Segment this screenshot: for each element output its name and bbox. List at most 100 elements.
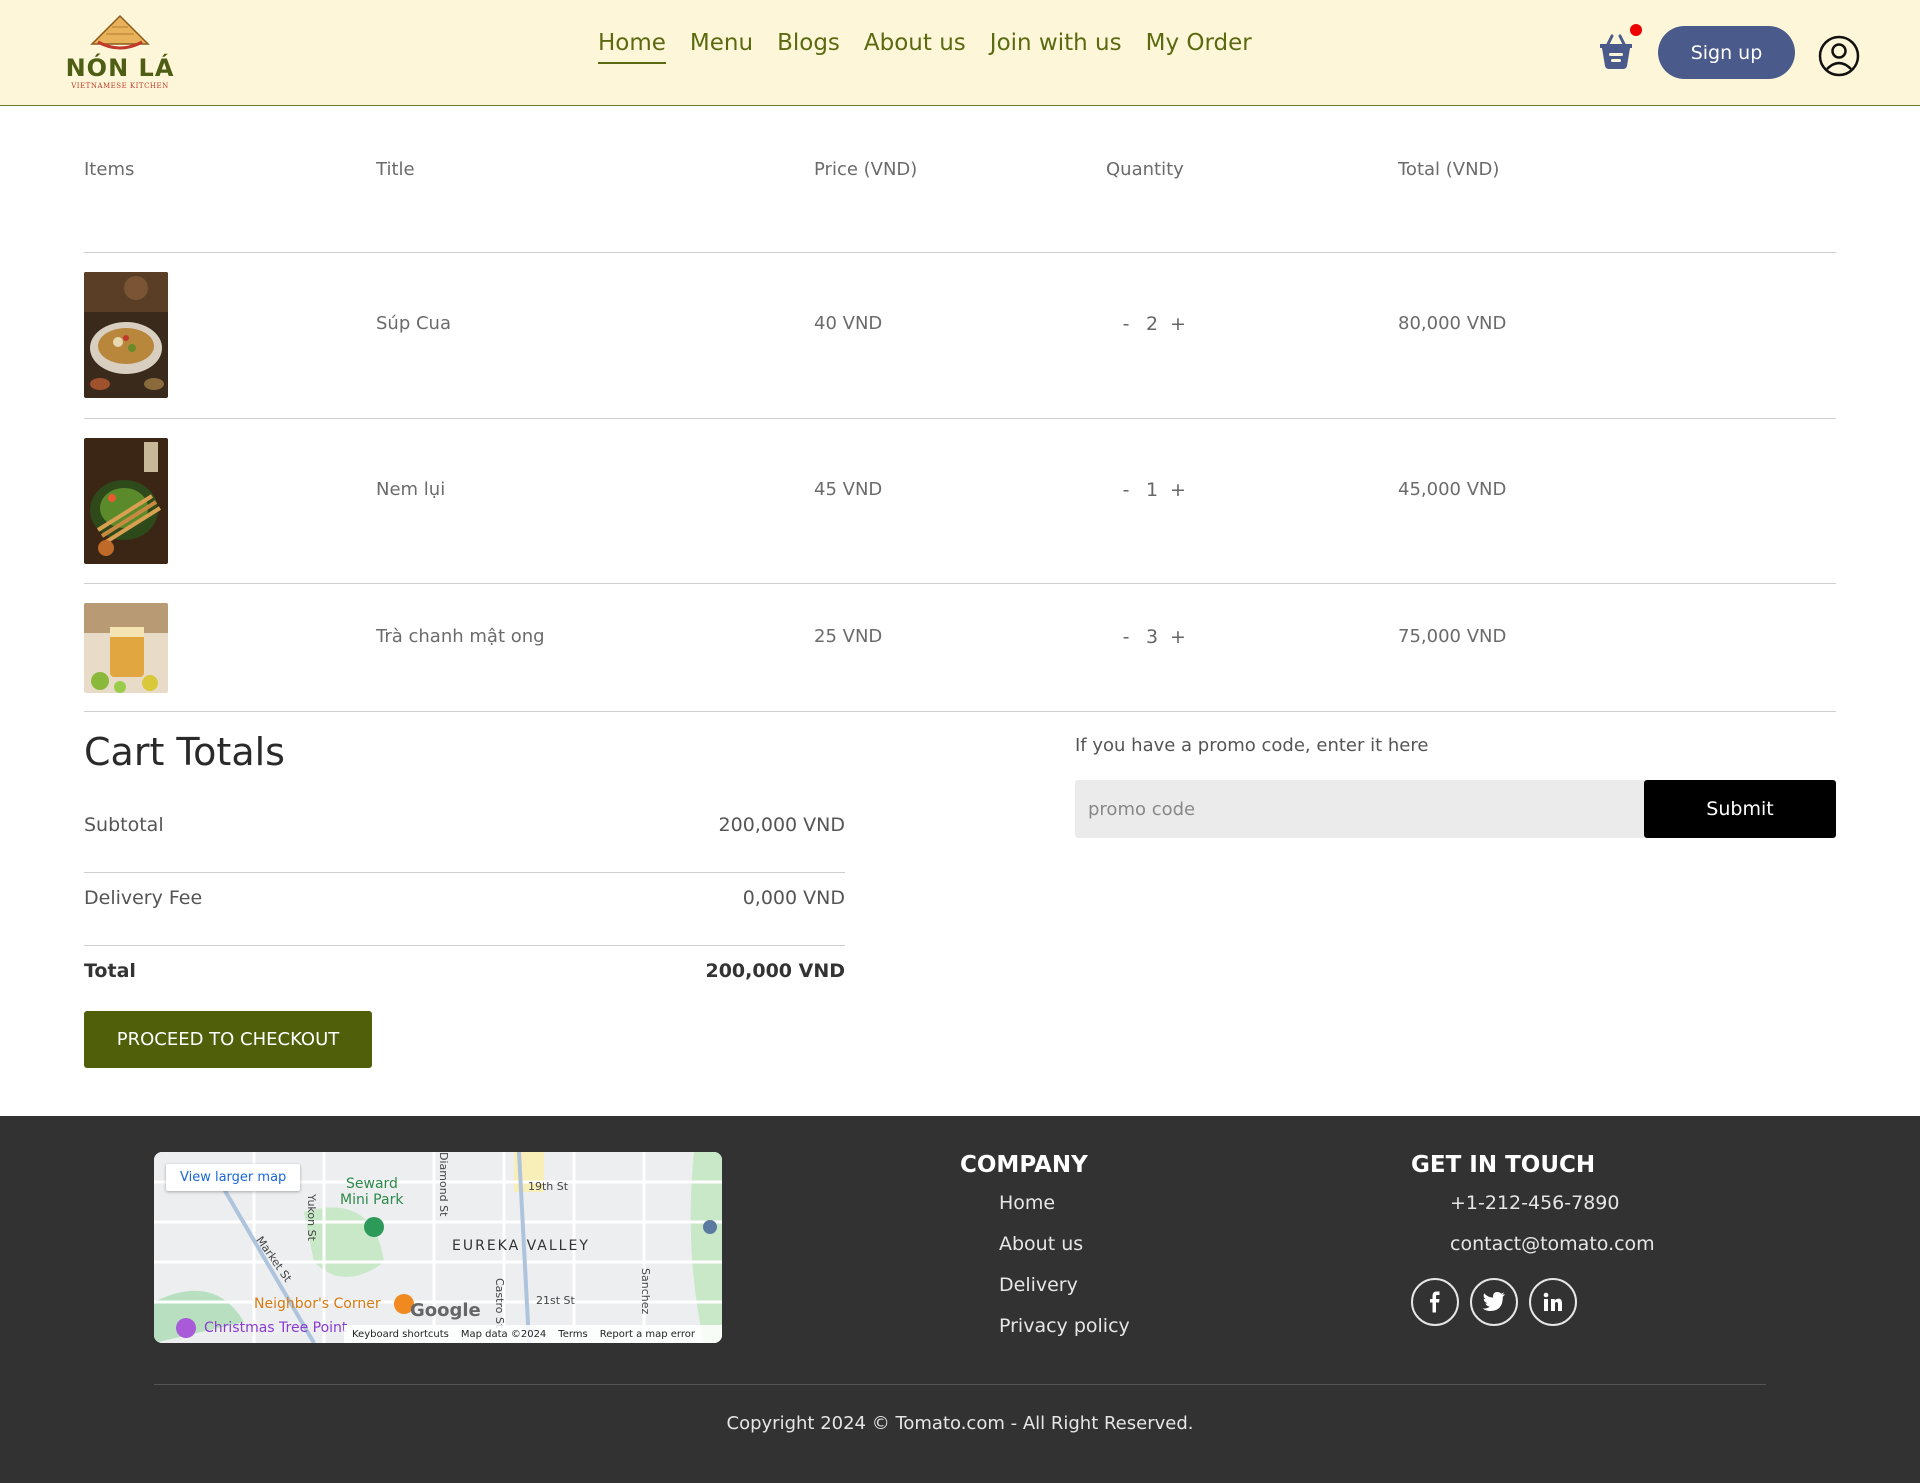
decrement-button[interactable]: - (1116, 313, 1136, 335)
delivery-fee-label: Delivery Fee (84, 887, 203, 909)
brand-logo[interactable]: NÓN LÁ VIETNAMESE KITCHEN (60, 12, 180, 92)
map-label: Diamond St (437, 1152, 450, 1217)
item-total: 75,000 VND (1398, 626, 1507, 647)
subtotal-label: Subtotal (84, 814, 164, 836)
footer-link-privacy-policy[interactable]: Privacy policy (999, 1315, 1130, 1337)
item-price: 45 VND (814, 479, 883, 500)
divider (84, 418, 1836, 419)
footer-contact-title: GET IN TOUCH (1411, 1152, 1596, 1178)
basket-icon (1600, 34, 1632, 69)
divider (84, 945, 845, 946)
increment-button[interactable]: + (1168, 479, 1188, 501)
quantity-value: 3 (1145, 626, 1159, 648)
brand-tagline: VIETNAMESE KITCHEN (71, 82, 169, 90)
total-value: 200,000 VND (705, 960, 845, 982)
embedded-map[interactable]: View larger map Seward Mini Park EUREKA … (154, 1152, 722, 1343)
user-circle-icon (1818, 35, 1860, 77)
twitter-button[interactable] (1470, 1278, 1518, 1326)
item-image-tra-chanh (84, 603, 168, 693)
decrement-button[interactable]: - (1116, 626, 1136, 648)
item-title: Nem lụi (376, 479, 446, 500)
item-image-nem-lui (84, 438, 168, 564)
item-image-sup-cua (84, 272, 168, 398)
subtotal-value: 200,000 VND (718, 814, 845, 836)
quantity-value: 1 (1145, 479, 1159, 501)
divider (84, 872, 845, 873)
col-header-total: Total (VND) (1398, 159, 1500, 180)
delivery-fee-value: 0,000 VND (742, 887, 845, 909)
conical-hat-icon (90, 14, 150, 50)
brand-name: NÓN LÁ (65, 54, 175, 82)
signup-button[interactable]: Sign up (1658, 26, 1795, 79)
col-header-items: Items (84, 159, 135, 180)
map-label: Neighbor's Corner (254, 1296, 381, 1312)
map-label: Christmas Tree Point (204, 1320, 348, 1336)
main-nav: Home Menu Blogs About us Join with us My… (598, 30, 1252, 64)
col-header-price: Price (VND) (814, 159, 918, 180)
quantity-stepper: - 1 + (1116, 479, 1188, 501)
footer-link-about-us[interactable]: About us (999, 1233, 1083, 1255)
footer-divider (154, 1384, 1766, 1385)
item-price: 40 VND (814, 313, 883, 334)
quantity-stepper: - 3 + (1116, 626, 1188, 648)
nav-blogs[interactable]: Blogs (777, 30, 840, 64)
profile-button[interactable] (1818, 35, 1860, 77)
footer: View larger map Seward Mini Park EUREKA … (0, 1116, 1920, 1483)
footer-link-home[interactable]: Home (999, 1192, 1055, 1214)
promo-submit-button[interactable]: Submit (1644, 780, 1836, 838)
linkedin-icon (1543, 1292, 1562, 1311)
facebook-button[interactable] (1411, 1278, 1459, 1326)
copyright-text: Copyright 2024 © Tomato.com - All Right … (726, 1413, 1194, 1434)
footer-link-delivery[interactable]: Delivery (999, 1274, 1078, 1296)
facebook-icon (1430, 1291, 1440, 1313)
view-larger-map-link[interactable]: View larger map (166, 1164, 301, 1191)
increment-button[interactable]: + (1168, 626, 1188, 648)
linkedin-button[interactable] (1529, 1278, 1577, 1326)
nav-home[interactable]: Home (598, 30, 666, 64)
divider (84, 711, 1836, 712)
contact-email[interactable]: contact@tomato.com (1450, 1233, 1655, 1255)
item-title: Trà chanh mật ong (376, 626, 545, 647)
top-navbar: NÓN LÁ VIETNAMESE KITCHEN Home Menu Blog… (0, 0, 1920, 106)
item-price: 25 VND (814, 626, 883, 647)
nav-join-with-us[interactable]: Join with us (990, 30, 1122, 64)
col-header-title: Title (376, 159, 415, 180)
map-data-attribution: Map data ©2024 (460, 1328, 547, 1340)
footer-company-title: COMPANY (960, 1152, 1088, 1178)
map-label: Seward (346, 1176, 398, 1192)
item-total: 45,000 VND (1398, 479, 1507, 500)
map-label: Sanchez (639, 1268, 652, 1315)
cart-badge (1630, 24, 1642, 36)
map-terms-link[interactable]: Terms (558, 1329, 587, 1340)
map-keyboard-shortcuts-link[interactable]: Keyboard shortcuts (352, 1329, 449, 1340)
item-title: Súp Cua (376, 313, 451, 334)
map-label: Yukon St (305, 1194, 318, 1241)
quantity-value: 2 (1145, 313, 1159, 335)
quantity-stepper: - 2 + (1116, 313, 1188, 335)
map-label: 19th St (528, 1180, 569, 1193)
nav-menu[interactable]: Menu (690, 30, 753, 64)
increment-button[interactable]: + (1168, 313, 1188, 335)
contact-phone: +1-212-456-7890 (1450, 1192, 1620, 1214)
nav-my-order[interactable]: My Order (1146, 30, 1252, 64)
twitter-icon (1482, 1292, 1505, 1311)
proceed-to-checkout-button[interactable]: PROCEED TO CHECKOUT (84, 1011, 372, 1068)
decrement-button[interactable]: - (1116, 479, 1136, 501)
map-label: Castro St (493, 1278, 506, 1329)
cart-totals-title: Cart Totals (84, 730, 285, 774)
map-label: 21st St (536, 1294, 575, 1307)
map-label: Mini Park (340, 1192, 404, 1208)
map-report-error-link[interactable]: Report a map error (600, 1329, 695, 1340)
map-attribution: Keyboard shortcuts Map data ©2024 Terms … (344, 1325, 722, 1343)
col-header-quantity: Quantity (1106, 159, 1184, 180)
divider (84, 252, 1836, 253)
nav-about-us[interactable]: About us (864, 30, 966, 64)
promo-label: If you have a promo code, enter it here (1075, 735, 1429, 756)
item-total: 80,000 VND (1398, 313, 1507, 334)
cart-button[interactable] (1596, 32, 1636, 72)
google-logo: Google (410, 1300, 481, 1321)
map-label: EUREKA VALLEY (452, 1238, 590, 1254)
promo-code-input[interactable] (1075, 780, 1644, 838)
total-label: Total (84, 960, 136, 982)
divider (84, 583, 1836, 584)
